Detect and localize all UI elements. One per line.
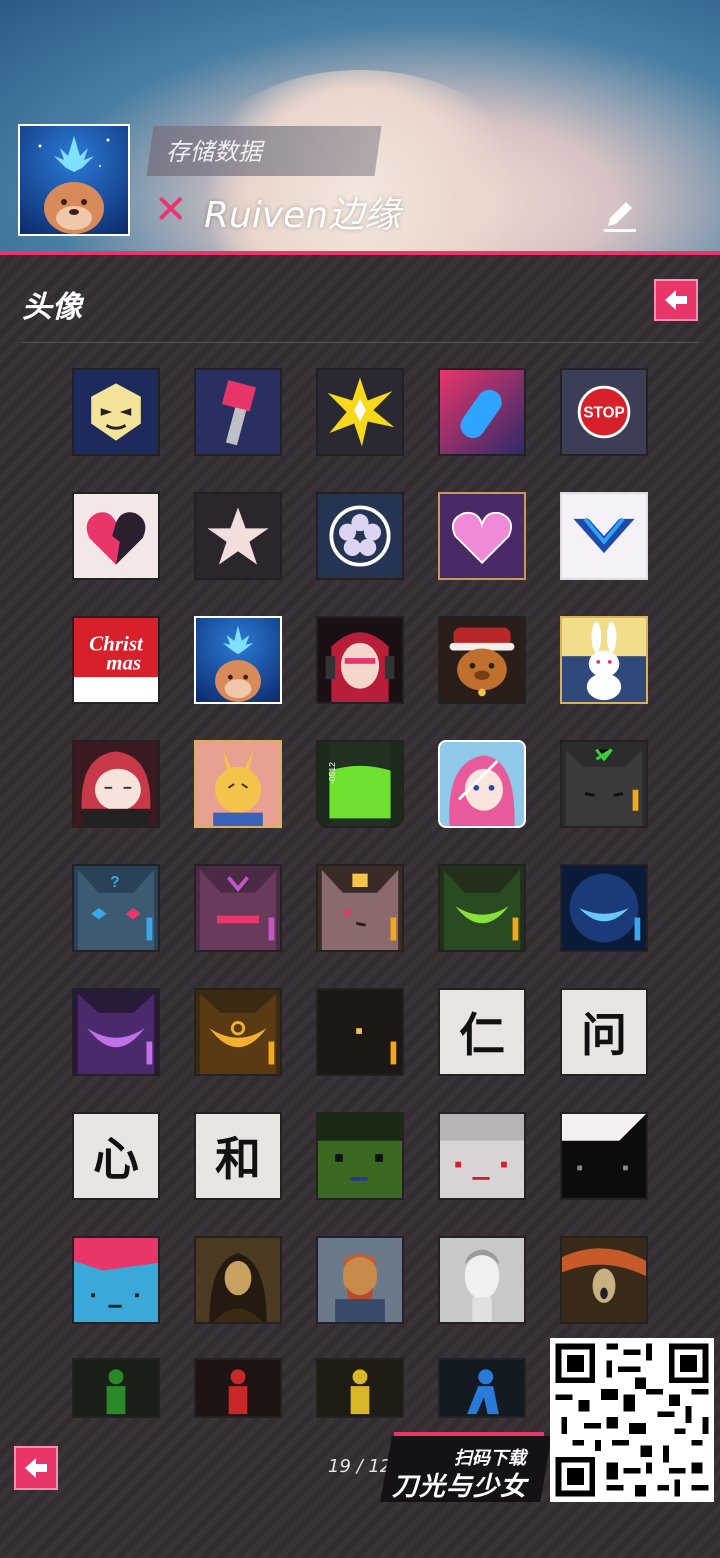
section-title: 头像 — [22, 290, 82, 325]
stop-text: STOP — [583, 405, 624, 422]
blue-chevron-icon[interactable] — [560, 492, 648, 580]
bottle-text: -0512 — [327, 762, 337, 784]
cat-mask-green-icon[interactable] — [560, 740, 648, 828]
yellow-figure-icon[interactable] — [316, 1358, 404, 1418]
kanji-wen-icon[interactable]: 问 — [560, 988, 648, 1076]
x-icon: ✕ — [154, 187, 188, 233]
back-button-top[interactable] — [654, 279, 698, 321]
blue-pill-icon[interactable] — [438, 368, 526, 456]
christmas-icon[interactable]: Christ mas — [72, 616, 160, 704]
kanji-wen-text: 问 — [581, 1008, 627, 1062]
green-robot-face-icon[interactable] — [316, 1112, 404, 1200]
pink-blue-face-icon[interactable] — [72, 1236, 160, 1324]
red-hammer-icon[interactable] — [194, 368, 282, 456]
kanji-xin-icon[interactable]: 心 — [72, 1112, 160, 1200]
kanji-ren-text: 仁 — [459, 1008, 505, 1062]
profile-header: 存储数据 ✕ Ruiven边缘 — [0, 0, 720, 252]
section-divider — [22, 342, 698, 343]
back-button-bottom[interactable] — [14, 1446, 58, 1490]
red-girl-chibi-icon[interactable] — [72, 740, 160, 828]
cat-mask-purple-icon[interactable] — [72, 988, 160, 1076]
yellow-bunny-icon[interactable] — [194, 740, 282, 828]
van-gogh-icon[interactable] — [316, 1236, 404, 1324]
cat-mask-skull-icon[interactable] — [316, 864, 404, 952]
star-icon[interactable] — [194, 492, 282, 580]
cat-mask-green-smile-icon[interactable] — [438, 864, 526, 952]
cat-mask-dark-blue-icon[interactable] — [560, 864, 648, 952]
the-scream-icon[interactable] — [560, 1236, 648, 1324]
kanji-he-text: 和 — [215, 1132, 261, 1186]
profile-avatar[interactable] — [18, 124, 130, 236]
cat-mask-gold-icon[interactable] — [194, 988, 282, 1076]
black-face-icon[interactable] — [560, 1112, 648, 1200]
bear-hat-icon[interactable] — [438, 616, 526, 704]
flower-crest-icon[interactable] — [316, 492, 404, 580]
player-name: Ruiven边缘 — [204, 195, 401, 236]
david-statue-icon[interactable] — [438, 1236, 526, 1324]
reindeer-dog-icon — [38, 136, 110, 234]
promo-game-title: 刀光与少女 — [392, 1472, 528, 1502]
reindeer-dog-icon[interactable] — [194, 616, 282, 704]
page-indicator: 19 / 12 — [328, 1456, 392, 1477]
svg-text:?: ? — [110, 874, 119, 891]
mona-lisa-icon[interactable] — [194, 1236, 282, 1324]
cat-mask-blue-icon[interactable]: ? — [72, 864, 160, 952]
dark-square-icon[interactable] — [316, 988, 404, 1076]
kanji-he-icon[interactable]: 和 — [194, 1112, 282, 1200]
qr-code[interactable] — [550, 1338, 714, 1502]
pencil-icon[interactable] — [600, 196, 640, 236]
pink-hair-girl-icon[interactable] — [438, 740, 526, 828]
cat-mask-pink-icon[interactable] — [194, 864, 282, 952]
green-figure-icon[interactable] — [72, 1358, 160, 1418]
white-rabbit-icon[interactable] — [560, 616, 648, 704]
broken-heart-icon[interactable] — [72, 492, 160, 580]
red-hair-girl-icon[interactable] — [316, 616, 404, 704]
christmas-line2: mas — [106, 651, 141, 675]
green-bottle-icon[interactable]: -0512 — [316, 740, 404, 828]
blue-figure-icon[interactable] — [438, 1358, 526, 1418]
stop-sign-icon[interactable]: STOP — [560, 368, 648, 456]
save-data-label: 存储数据 — [166, 138, 262, 166]
arrow-left-icon — [25, 1458, 47, 1478]
white-face-icon[interactable] — [438, 1112, 526, 1200]
header-accent-line — [0, 251, 720, 255]
kanji-xin-text: 心 — [93, 1132, 139, 1186]
red-figure-icon[interactable] — [194, 1358, 282, 1418]
pink-heart-icon[interactable] — [438, 492, 526, 580]
mask-face-icon[interactable] — [72, 368, 160, 456]
explosion-icon[interactable] — [316, 368, 404, 456]
arrow-left-icon — [665, 290, 687, 310]
kanji-ren-icon[interactable]: 仁 — [438, 988, 526, 1076]
